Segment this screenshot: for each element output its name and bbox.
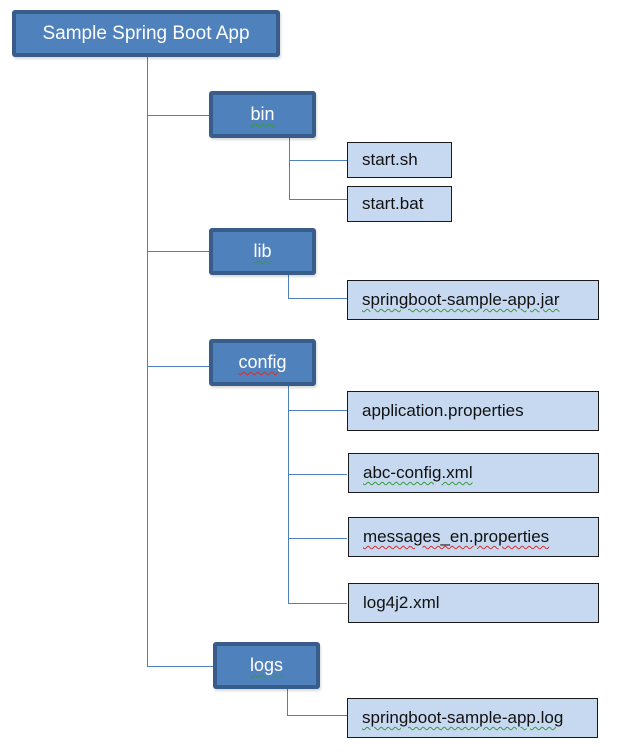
file-label: messages_en.properties [363,527,550,546]
file-messages-en-properties[interactable]: messages_en.properties [348,517,599,557]
connector-config [147,366,209,367]
connector-start-bat [289,199,347,200]
file-label: start.sh [362,150,418,169]
connector-lib [147,251,209,252]
file-label: springboot-sample-app.log [362,708,564,727]
connector-log4j2 [288,603,347,604]
logs-branch [287,689,288,716]
file-abc-config-xml[interactable]: abc-config.xml [348,453,599,493]
connector-bin [147,115,209,116]
folder-logs-label: logs [249,655,284,675]
file-label: start.bat [362,194,424,213]
file-start-bat[interactable]: start.bat [347,186,452,222]
connector-abc-config [288,474,347,475]
file-label: abc-config.xml [363,463,473,482]
folder-lib-label: lib [253,241,272,261]
file-start-sh[interactable]: start.sh [347,142,452,178]
file-springboot-log[interactable]: springboot-sample-app.log [347,698,598,738]
connector-jar [288,298,347,299]
connector-logs [147,666,213,667]
file-label: application.properties [362,401,524,420]
folder-logs[interactable]: logs [213,642,320,689]
file-log4j2-xml[interactable]: log4j2.xml [348,583,599,623]
connector-log [287,715,347,716]
root-node[interactable]: Sample Spring Boot App [12,10,280,57]
folder-lib[interactable]: lib [209,228,316,275]
file-label: log4j2.xml [363,593,440,612]
trunk-connector [147,56,148,667]
connector-start-sh [289,160,347,161]
connector-messages [288,538,347,539]
file-springboot-jar[interactable]: springboot-sample-app.jar [347,280,599,320]
file-label: springboot-sample-app.jar [362,290,560,309]
folder-config-label: config [238,352,287,372]
folder-config[interactable]: config [209,339,316,386]
connector-application-properties [288,410,347,411]
config-branch [288,386,289,604]
root-label: Sample Spring Boot App [42,22,250,44]
file-application-properties[interactable]: application.properties [347,391,599,431]
folder-bin[interactable]: bin [209,91,316,138]
lib-branch [288,274,289,299]
folder-bin-label: bin [250,104,275,124]
bin-branch [289,138,290,200]
